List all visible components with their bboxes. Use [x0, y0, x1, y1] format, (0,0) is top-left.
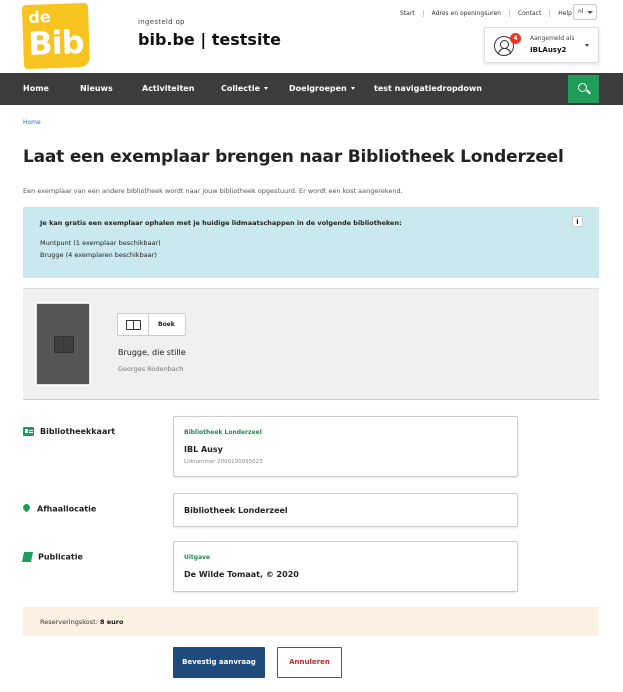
row-label-text: Afhaallocatie — [37, 504, 97, 514]
library-card-field[interactable]: Bibliotheek Londerzeel IBL Ausy Lidnumme… — [173, 416, 518, 477]
row-label-text: Publicatie — [38, 552, 83, 562]
cancel-button[interactable]: Annuleren — [277, 647, 342, 678]
cost-value: 8 euro — [99, 618, 124, 626]
nav-item-test-dropdown[interactable]: test navigatiedropdown — [374, 73, 482, 105]
nav-label: Collectie — [221, 84, 261, 93]
row-label-text: Bibliotheekkaart — [40, 427, 116, 436]
book-icon — [54, 336, 74, 353]
top-link-address[interactable]: Adres en openingsuren — [422, 10, 509, 17]
chevron-down-icon — [587, 11, 593, 14]
nav-item-home[interactable]: Home — [23, 73, 49, 105]
nav-item-audiences[interactable]: Doelgroepen — [289, 73, 355, 105]
top-link-start[interactable]: Start — [392, 10, 423, 17]
material-type-tag: Boek — [117, 313, 186, 336]
free-copy-info: Je kan gratis een exemplaar ophalen met … — [23, 207, 599, 278]
breadcrumb[interactable]: Home — [23, 119, 41, 126]
search-button[interactable] — [568, 75, 599, 103]
nav-label: Activiteiten — [142, 84, 195, 93]
publication-label: Publicatie — [21, 552, 83, 562]
id-card-icon — [23, 427, 34, 436]
pickup-location-field[interactable]: Bibliotheek Londerzeel — [173, 493, 518, 527]
library-card-label: Bibliotheekkaart — [23, 427, 115, 436]
card-library-name: Bibliotheek Londerzeel — [184, 429, 262, 436]
map-pin-icon — [23, 504, 31, 514]
book-title[interactable]: Brugge, die stille — [118, 348, 186, 357]
top-links: Start Adres en openingsuren Contact Help — [392, 10, 580, 17]
card-member-number: Lidnummer 2000100055023 — [184, 459, 263, 465]
user-name: IBLAusy2 — [530, 46, 567, 54]
chevron-down-icon — [585, 44, 589, 47]
site-name[interactable]: bib.be | testsite — [138, 30, 281, 49]
material-type-label: Boek — [158, 321, 175, 328]
nav-label: Doelgroepen — [289, 84, 347, 93]
open-book-icon — [126, 320, 141, 330]
info-library-line: Muntpunt (1 exemplaar beschikbaar) — [40, 239, 161, 247]
cost-label: Reserveringskost: — [40, 618, 98, 626]
nav-label: Nieuws — [80, 84, 113, 93]
pickup-location-label: Afhaallocatie — [23, 504, 96, 514]
nav-item-activities[interactable]: Activiteiten — [142, 73, 194, 105]
book-icon — [21, 552, 34, 562]
pickup-location-value: Bibliotheek Londerzeel — [184, 506, 288, 515]
notification-badge: 4 — [510, 33, 521, 44]
confirm-request-button[interactable]: Bevestig aanvraag — [173, 647, 265, 678]
card-holder-name: IBL Ausy — [184, 445, 223, 454]
info-library-line: Brugge (4 exemplaren beschikbaar) — [40, 251, 157, 259]
search-icon-handle — [586, 89, 591, 95]
book-panel: Boek Brugge, die stille Georges Rodenbac… — [23, 288, 599, 400]
material-icon-cell — [118, 314, 149, 335]
chevron-down-icon — [264, 87, 269, 90]
reservation-cost: Reserveringskost: 8 euro — [40, 618, 123, 626]
language-value: nl — [578, 8, 584, 15]
info-title: Je kan gratis een exemplaar ophalen met … — [40, 219, 402, 227]
nav-item-news[interactable]: Nieuws — [80, 73, 113, 105]
chevron-down-icon — [350, 87, 355, 90]
user-menu[interactable]: 4 Aangemeld als IBLAusy2 — [484, 27, 599, 63]
book-author: Georges Rodenbach — [118, 365, 184, 373]
site-context-label: ingesteld op — [138, 18, 185, 26]
publication-small-label: Uitgave — [184, 554, 211, 561]
book-cover[interactable] — [36, 303, 90, 385]
site-logo[interactable]: de Bib — [21, 2, 91, 70]
main-navigation: Home Nieuws Activiteiten Collectie Doelg… — [0, 73, 623, 105]
logo-text-main: Bib — [27, 23, 85, 63]
nav-label: Home — [23, 84, 49, 93]
reservation-cost-box: Reserveringskost: 8 euro — [23, 607, 599, 636]
page-title: Laat een exemplaar brengen naar Biblioth… — [23, 147, 564, 167]
top-link-contact[interactable]: Contact — [508, 10, 549, 17]
language-select[interactable]: nl — [573, 4, 597, 20]
nav-item-collection[interactable]: Collectie — [221, 73, 269, 105]
info-icon[interactable]: i — [572, 216, 583, 227]
user-label: Aangemeld als — [530, 35, 575, 42]
page-intro: Een exemplaar van een andere bibliotheek… — [23, 187, 403, 195]
publication-field: Uitgave De Wilde Tomaat, © 2020 — [173, 541, 518, 592]
publication-value: De Wilde Tomaat, © 2020 — [184, 570, 299, 579]
nav-label: test navigatiedropdown — [374, 84, 482, 93]
